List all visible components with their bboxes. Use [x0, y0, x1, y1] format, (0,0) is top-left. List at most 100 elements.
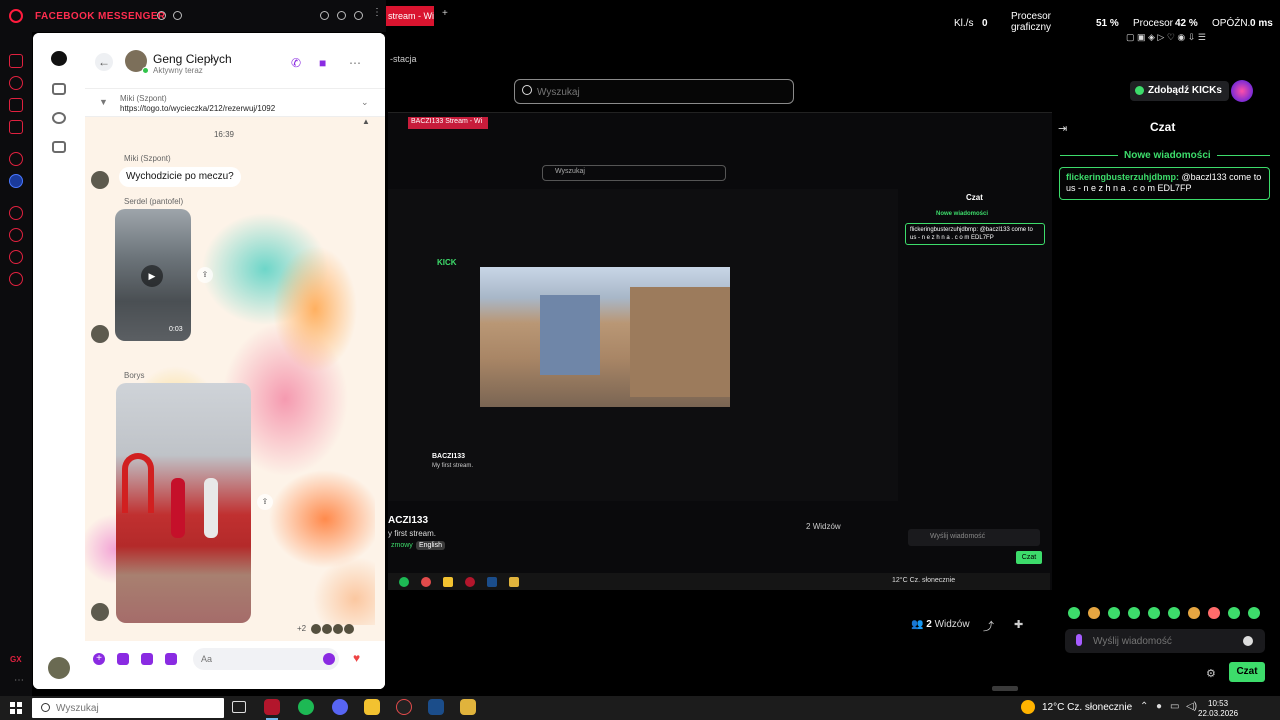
- scrollbar-handle[interactable]: [992, 686, 1018, 691]
- microphone-icon[interactable]: [1076, 634, 1082, 646]
- user-avatar[interactable]: [48, 657, 70, 679]
- discord-icon[interactable]: [332, 699, 348, 715]
- reaction-icon[interactable]: ♥: [353, 651, 360, 665]
- stream-tag[interactable]: zmowy: [388, 541, 416, 550]
- sticker-icon[interactable]: [141, 653, 153, 665]
- emote-icon[interactable]: [1188, 607, 1200, 619]
- pinned-message[interactable]: ▼ Miki (Szpont) https://togo.to/wycieczk…: [85, 89, 385, 117]
- chevron-down-icon[interactable]: ⌄: [361, 97, 369, 108]
- emote-icon[interactable]: [1148, 607, 1160, 619]
- video-call-icon[interactable]: ■: [319, 56, 326, 70]
- chat-message-field[interactable]: [1093, 632, 1243, 650]
- sender-avatar[interactable]: [91, 325, 109, 343]
- sidebar-app-icon[interactable]: [9, 120, 23, 134]
- message-input[interactable]: [193, 648, 339, 670]
- sender-avatar[interactable]: [91, 603, 109, 621]
- game-video[interactable]: [480, 267, 730, 407]
- weather-icon[interactable]: [1021, 700, 1035, 714]
- get-kicks-button[interactable]: Zdobądź KICKs: [1130, 81, 1229, 101]
- stream-tag[interactable]: English: [416, 541, 445, 550]
- emote-icon[interactable]: [1228, 607, 1240, 619]
- steam-icon[interactable]: [428, 699, 444, 715]
- share-icon[interactable]: ⇪: [257, 494, 273, 510]
- site-search[interactable]: [514, 79, 794, 104]
- photo-attachment[interactable]: [116, 383, 251, 623]
- follow-icon[interactable]: ✚: [1014, 618, 1023, 631]
- emote-icon[interactable]: [1208, 607, 1220, 619]
- user-avatar[interactable]: [1231, 80, 1253, 102]
- weather-text[interactable]: 12°C Cz. słonecznie: [1042, 702, 1132, 713]
- microphone-icon[interactable]: ●: [1156, 701, 1162, 712]
- reload-icon[interactable]: [337, 11, 346, 20]
- lock-icon[interactable]: [157, 11, 166, 20]
- sidebar-app-icon[interactable]: [9, 98, 23, 112]
- emote-icon[interactable]: [1108, 607, 1120, 619]
- message-bubble[interactable]: Wychodzicie po meczu?: [119, 167, 241, 187]
- scroll-up-arrow-icon[interactable]: ▲: [362, 117, 370, 126]
- pinned-link[interactable]: https://togo.to/wycieczka/212/rezerwuj/1…: [120, 104, 275, 113]
- spotify-icon[interactable]: [298, 699, 314, 715]
- bookmark-item[interactable]: -stacja: [390, 54, 417, 64]
- opera-logo-icon[interactable]: [9, 9, 23, 23]
- collapse-chat-icon[interactable]: ⇥: [1058, 122, 1067, 135]
- chat-message[interactable]: flickeringbusterzuhjdbmp: @baczl133 come…: [1059, 167, 1270, 200]
- streamer-name[interactable]: ACZI133: [388, 515, 428, 526]
- gx-icon[interactable]: GX: [10, 655, 22, 664]
- tray-chevron-icon[interactable]: ⌃: [1140, 701, 1148, 712]
- toolbar-icons[interactable]: ▢ ▣ ◈ ▷ ♡ ◉ ⇩ ☰: [1126, 32, 1206, 43]
- new-tab-icon[interactable]: +: [442, 8, 448, 19]
- browser-tab[interactable]: stream - Wi: [386, 6, 434, 26]
- volume-icon[interactable]: ◁): [1186, 701, 1197, 712]
- emote-icon[interactable]: [1088, 607, 1100, 619]
- task-view-icon[interactable]: [232, 701, 246, 713]
- reactions-count[interactable]: +2: [297, 624, 306, 633]
- menu-dots-icon[interactable]: ⋮: [372, 7, 382, 18]
- emoji-icon[interactable]: [323, 653, 335, 665]
- marketplace-icon[interactable]: [52, 83, 66, 95]
- sidebar-app-icon[interactable]: [9, 152, 23, 166]
- gear-icon[interactable]: ⚙: [1206, 667, 1216, 680]
- contact-name[interactable]: Geng Ciepłych: [153, 52, 232, 66]
- emoji-icon[interactable]: [1243, 636, 1253, 646]
- sidebar-app-icon[interactable]: [9, 54, 23, 68]
- search-input[interactable]: [537, 83, 777, 101]
- emote-icon[interactable]: [1248, 607, 1260, 619]
- mute-icon[interactable]: [173, 11, 182, 20]
- opera-gx-icon[interactable]: [264, 699, 280, 720]
- settings-icon[interactable]: [320, 11, 329, 20]
- send-chat-button[interactable]: Czat: [1229, 662, 1265, 682]
- network-icon[interactable]: ▭: [1170, 701, 1179, 712]
- emote-icon[interactable]: [1068, 607, 1080, 619]
- app-icon[interactable]: [460, 699, 476, 715]
- emote-icon[interactable]: [1168, 607, 1180, 619]
- app-icon[interactable]: [396, 699, 412, 715]
- chats-icon[interactable]: [51, 51, 67, 66]
- emote-icon[interactable]: [1128, 607, 1140, 619]
- archive-icon[interactable]: [52, 141, 66, 153]
- share-icon[interactable]: ⇪: [197, 267, 213, 283]
- settings-icon[interactable]: [9, 272, 23, 286]
- video-attachment[interactable]: ▶ 0:03: [115, 209, 191, 341]
- history-icon[interactable]: [9, 228, 23, 242]
- chat-input[interactable]: [1065, 629, 1265, 653]
- requests-icon[interactable]: [52, 112, 66, 124]
- phone-icon[interactable]: ✆: [291, 56, 301, 70]
- sidebar-app-icon[interactable]: [9, 250, 23, 264]
- pin-icon[interactable]: [354, 11, 363, 20]
- messenger-icon[interactable]: [9, 174, 23, 188]
- play-icon[interactable]: ▶: [141, 265, 163, 287]
- sidebar-app-icon[interactable]: [9, 76, 23, 90]
- more-icon[interactable]: ⋯: [14, 675, 24, 686]
- clock[interactable]: 10:53 22.03.2026: [1198, 699, 1238, 719]
- file-explorer-icon[interactable]: [364, 699, 380, 715]
- chat-username[interactable]: flickeringbusterzuhjdbmp:: [1066, 172, 1179, 182]
- start-icon[interactable]: [10, 702, 22, 714]
- gif-icon[interactable]: [165, 653, 177, 665]
- sender-avatar[interactable]: [91, 171, 109, 189]
- more-options-icon[interactable]: ⋯: [349, 56, 361, 70]
- taskbar-search[interactable]: [32, 698, 224, 718]
- plus-icon[interactable]: +: [93, 653, 105, 665]
- back-arrow-icon[interactable]: ←: [95, 53, 113, 71]
- sidebar-app-icon[interactable]: [9, 206, 23, 220]
- share-icon[interactable]: ⤴: [983, 618, 994, 634]
